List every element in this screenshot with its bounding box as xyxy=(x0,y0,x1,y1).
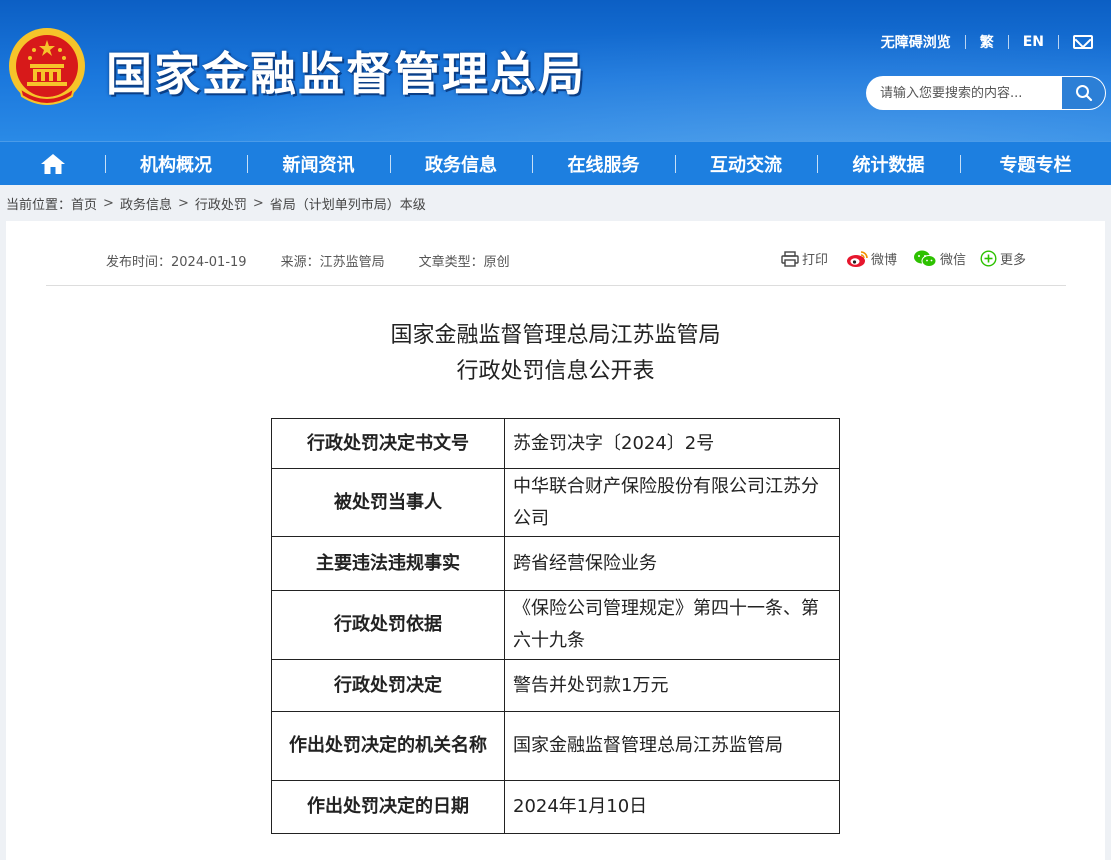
breadcrumb-home[interactable]: 首页 xyxy=(71,194,97,213)
mail-icon[interactable] xyxy=(1073,35,1093,49)
print-button[interactable]: 打印 xyxy=(781,249,828,268)
nav-item-interaction[interactable]: 互动交流 xyxy=(675,142,817,186)
table-row: 行政处罚依据 《保险公司管理规定》第四十一条、第六十九条 xyxy=(271,590,840,660)
search-icon xyxy=(1075,85,1092,102)
english-link[interactable]: EN xyxy=(1023,34,1044,50)
article-title-line1: 国家金融监督管理总局江苏监管局 xyxy=(390,323,721,348)
row-label: 行政处罚决定 xyxy=(271,659,505,712)
article-meta: 发布时间：2024-01-19 来源：江苏监管局 文章类型：原创 xyxy=(106,251,544,270)
row-label: 被处罚当事人 xyxy=(271,468,505,537)
meta-divider xyxy=(46,285,1066,286)
table-row: 行政处罚决定书文号 苏金罚决字〔2024〕2号 xyxy=(271,418,840,469)
top-links: 无障碍浏览 繁 EN xyxy=(881,32,1093,52)
divider xyxy=(1007,35,1009,49)
breadcrumb-separator: > xyxy=(252,196,264,211)
wechat-share-button[interactable]: 微信 xyxy=(913,249,966,268)
plus-circle-icon xyxy=(980,250,997,267)
table-row: 主要违法违规事实 跨省经营保险业务 xyxy=(271,536,840,591)
wechat-label: 微信 xyxy=(940,253,967,268)
row-label: 作出处罚决定的日期 xyxy=(271,780,505,834)
nav-item-statistics[interactable]: 统计数据 xyxy=(817,142,960,186)
nav-item-government-info[interactable]: 政务信息 xyxy=(390,142,532,186)
site-title: 国家金融监督管理总局 xyxy=(106,47,586,101)
main-nav: 机构概况 新闻资讯 政务信息 在线服务 互动交流 统计数据 专题专栏 xyxy=(0,141,1111,185)
more-label: 更多 xyxy=(1000,253,1027,268)
breadcrumb-penalty[interactable]: 行政处罚 xyxy=(195,194,247,213)
table-row: 行政处罚决定 警告并处罚款1万元 xyxy=(271,659,840,712)
breadcrumb: 当前位置： 首页 > 政务信息 > 行政处罚 > 省局（计划单列市局）本级 xyxy=(6,194,426,213)
divider xyxy=(964,35,966,49)
breadcrumb-separator: > xyxy=(177,196,189,211)
table-row: 作出处罚决定的日期 2024年1月10日 xyxy=(271,780,840,834)
row-label: 作出处罚决定的机关名称 xyxy=(271,711,505,781)
publish-time: 发布时间：2024-01-19 xyxy=(106,255,247,270)
breadcrumb-government-info[interactable]: 政务信息 xyxy=(120,194,172,213)
home-icon xyxy=(40,153,65,174)
table-row: 作出处罚决定的机关名称 国家金融监督管理总局江苏监管局 xyxy=(271,711,840,781)
breadcrumb-label: 当前位置： xyxy=(6,198,72,213)
table-row: 被处罚当事人 中华联合财产保险股份有限公司江苏分公司 xyxy=(271,468,840,537)
print-label: 打印 xyxy=(802,253,829,268)
nav-item-institution[interactable]: 机构概况 xyxy=(105,142,247,186)
weibo-share-button[interactable]: 微博 xyxy=(846,249,897,268)
accessibility-link[interactable]: 无障碍浏览 xyxy=(881,32,951,52)
search-button[interactable] xyxy=(1062,76,1106,110)
nav-home[interactable] xyxy=(0,142,105,186)
nav-item-special-topics[interactable]: 专题专栏 xyxy=(960,142,1111,186)
row-value: 国家金融监督管理总局江苏监管局 xyxy=(504,711,840,781)
search-bar xyxy=(866,76,1106,110)
row-label: 行政处罚依据 xyxy=(271,590,505,660)
weibo-label: 微博 xyxy=(871,253,898,268)
row-label: 行政处罚决定书文号 xyxy=(271,418,505,469)
row-value: 中华联合财产保险股份有限公司江苏分公司 xyxy=(504,468,840,537)
row-value: 苏金罚决字〔2024〕2号 xyxy=(504,418,840,469)
more-share-button[interactable]: 更多 xyxy=(980,249,1026,268)
nav-item-news[interactable]: 新闻资讯 xyxy=(247,142,390,186)
breadcrumb-separator: > xyxy=(103,196,114,211)
row-value: 2024年1月10日 xyxy=(504,780,840,834)
site-header: 国家金融监督管理总局 无障碍浏览 繁 EN xyxy=(0,0,1111,141)
traditional-chinese-link[interactable]: 繁 xyxy=(980,32,994,52)
row-label: 主要违法违规事实 xyxy=(271,536,505,591)
row-value: 《保险公司管理规定》第四十一条、第六十九条 xyxy=(504,590,840,660)
article-title-line2: 行政处罚信息公开表 xyxy=(456,359,655,384)
penalty-info-table: 行政处罚决定书文号 苏金罚决字〔2024〕2号 被处罚当事人 中华联合财产保险股… xyxy=(271,418,840,834)
nav-item-online-service[interactable]: 在线服务 xyxy=(532,142,675,186)
article-source: 来源：江苏监管局 xyxy=(280,255,385,270)
row-value: 警告并处罚款1万元 xyxy=(504,659,840,712)
national-emblem-icon xyxy=(9,28,85,105)
share-bar: 打印 微博 微信 更多 xyxy=(781,249,1036,268)
divider xyxy=(1058,35,1059,49)
breadcrumb-provincial[interactable]: 省局（计划单列市局）本级 xyxy=(270,194,426,213)
search-input[interactable] xyxy=(866,76,1062,110)
weibo-icon xyxy=(847,250,868,267)
article-type: 文章类型：原创 xyxy=(418,255,510,270)
article-container: 发布时间：2024-01-19 来源：江苏监管局 文章类型：原创 打印 微博 微… xyxy=(6,221,1105,860)
row-value: 跨省经营保险业务 xyxy=(504,536,840,591)
wechat-icon xyxy=(914,250,937,267)
printer-icon xyxy=(781,250,799,267)
